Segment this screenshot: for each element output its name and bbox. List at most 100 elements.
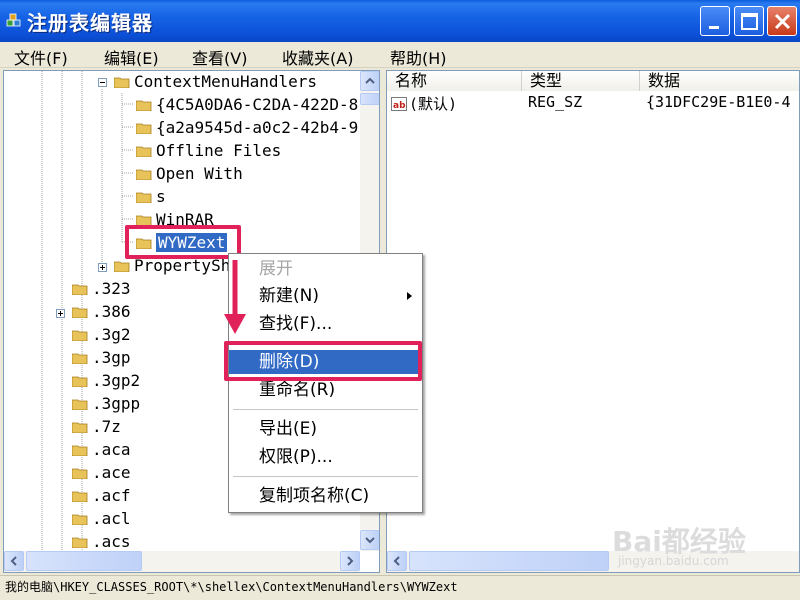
tree-node-label: .386 <box>92 302 131 321</box>
menu-item-export[interactable]: 导出(E) <box>229 417 422 441</box>
tree-node-label: .3gp <box>92 348 131 367</box>
folder-icon <box>72 537 88 548</box>
folder-icon <box>72 353 88 364</box>
tree-node-label: s <box>156 187 166 206</box>
folder-icon <box>72 330 88 341</box>
tree-node[interactable]: .3gpp <box>72 394 140 416</box>
folder-icon <box>72 284 88 295</box>
menu-separator <box>233 409 418 410</box>
scroll-up-button[interactable] <box>360 71 379 91</box>
scroll-right-button[interactable] <box>340 551 360 571</box>
tree-node[interactable]: .7z <box>72 417 121 439</box>
window-title: 注册表编辑器 <box>27 11 153 35</box>
tree-node-label: .3gpp <box>92 394 141 413</box>
menu-item-rename[interactable]: 重命名(R) <box>229 378 422 402</box>
column-header-type[interactable]: 类型 <box>522 71 640 91</box>
tree-node-label: .323 <box>92 279 131 298</box>
menu-item-expand[interactable]: 展开 <box>229 257 422 281</box>
string-value-icon: ab <box>391 97 407 111</box>
maximize-icon <box>741 13 758 30</box>
annotation-arrow-icon <box>224 260 246 334</box>
tree-node[interactable]: .323 <box>72 279 131 301</box>
scroll-down-button[interactable] <box>360 530 379 550</box>
chevron-down-icon <box>365 537 375 544</box>
folder-icon <box>72 514 88 525</box>
menu-item-find[interactable]: 查找(F)... <box>229 312 422 336</box>
folder-icon <box>72 468 88 479</box>
tree-node-label: .3g2 <box>92 325 131 344</box>
scroll-thumb[interactable] <box>26 551 142 571</box>
column-header-data[interactable]: 数据 <box>640 71 799 91</box>
tree-node-label: .7z <box>92 417 121 436</box>
maximize-button[interactable] <box>734 6 764 36</box>
highlight-box-delete <box>224 341 422 381</box>
registry-editor-icon <box>6 13 21 27</box>
tree-node[interactable]: .ace <box>72 463 131 485</box>
tree-node[interactable]: Open With <box>136 164 243 186</box>
close-button[interactable] <box>767 6 797 36</box>
collapse-toggle[interactable] <box>98 78 107 87</box>
tree-node-label: .ace <box>92 463 131 482</box>
tree-node[interactable]: .acl <box>72 509 131 531</box>
tree-node-label: .acl <box>92 509 131 528</box>
tree-node[interactable]: .3g2 <box>72 325 131 347</box>
context-menu: 展开 新建(N) 查找(F)... 删除(D) 重命名(R) 导出(E) 权限(… <box>228 253 423 513</box>
tree-node[interactable]: .386 <box>72 302 131 324</box>
folder-icon <box>72 399 88 410</box>
tree-node-label: .acs <box>92 532 131 551</box>
menu-item-permissions[interactable]: 权限(P)... <box>229 445 422 469</box>
tree-node[interactable]: .3gp2 <box>72 371 140 393</box>
scroll-left-button[interactable] <box>4 551 24 571</box>
folder-open-icon <box>114 77 130 88</box>
column-header-name[interactable]: 名称 <box>387 71 522 91</box>
menu-view[interactable]: 查看(V) <box>192 45 247 69</box>
title-bar[interactable]: 注册表编辑器 <box>0 0 800 42</box>
tree-horizontal-scrollbar[interactable] <box>4 551 360 572</box>
highlight-box-selected-key <box>125 225 241 259</box>
menu-separator <box>233 476 418 477</box>
tree-node-label: {4C5A0DA6-C2DA-422D-8 <box>156 95 359 114</box>
expand-toggle[interactable] <box>56 309 65 318</box>
folder-icon <box>114 261 130 272</box>
tree-node-label: {a2a9545d-a0c2-42b4-9 <box>156 118 359 137</box>
folder-icon <box>72 307 88 318</box>
close-icon <box>774 13 791 30</box>
scroll-left-button[interactable] <box>387 551 407 571</box>
scroll-thumb[interactable] <box>409 551 609 571</box>
value-row[interactable]: ab (默认) <box>391 93 457 114</box>
tree-node[interactable]: PropertySh <box>114 256 230 278</box>
menu-edit[interactable]: 编辑(E) <box>104 45 159 69</box>
folder-icon <box>136 192 152 203</box>
menu-help[interactable]: 帮助(H) <box>390 45 447 69</box>
expand-toggle[interactable] <box>98 263 107 272</box>
watermark-logo: Bai都经验 jingyan.baidu.com <box>612 520 792 570</box>
tree-node-label: .3gp2 <box>92 371 141 390</box>
svg-text:ab: ab <box>393 101 406 111</box>
menu-file[interactable]: 文件(F) <box>14 45 68 69</box>
folder-icon <box>136 169 152 180</box>
tree-node[interactable]: .aca <box>72 440 131 462</box>
tree-node[interactable]: .acf <box>72 486 131 508</box>
menu-item-copy-key-name[interactable]: 复制项名称(C) <box>229 484 422 508</box>
values-list-pane[interactable]: 名称 类型 数据 ab (默认) REG_SZ {31DFC29E-B1E0-4 <box>386 70 800 573</box>
tree-node-label: Offline Files <box>156 141 282 160</box>
chevron-left-icon <box>10 556 17 566</box>
tree-node[interactable]: {a2a9545d-a0c2-42b4-9 <box>136 118 358 140</box>
minimize-button[interactable] <box>700 6 730 36</box>
tree-node-contextmenuhandlers[interactable]: ContextMenuHandlers <box>114 72 317 94</box>
tree-node[interactable]: Offline Files <box>136 141 281 163</box>
minimize-icon <box>709 26 719 29</box>
tree-node-label: .aca <box>92 440 131 459</box>
menu-favorites[interactable]: 收藏夹(A) <box>282 45 353 69</box>
tree-node[interactable]: {4C5A0DA6-C2DA-422D-8 <box>136 95 358 117</box>
value-data: {31DFC29E-B1E0-4 <box>646 93 791 111</box>
menu-bar: 文件(F) 编辑(E) 查看(V) 收藏夹(A) 帮助(H) <box>0 42 800 68</box>
submenu-arrow-icon <box>407 292 412 300</box>
folder-icon <box>72 491 88 502</box>
menu-item-label: 新建(N) <box>259 286 319 306</box>
scroll-thumb[interactable] <box>360 93 379 105</box>
tree-node[interactable]: s <box>136 187 166 209</box>
menu-item-new[interactable]: 新建(N) <box>229 284 422 308</box>
tree-node[interactable]: .3gp <box>72 348 131 370</box>
folder-icon <box>136 123 152 134</box>
